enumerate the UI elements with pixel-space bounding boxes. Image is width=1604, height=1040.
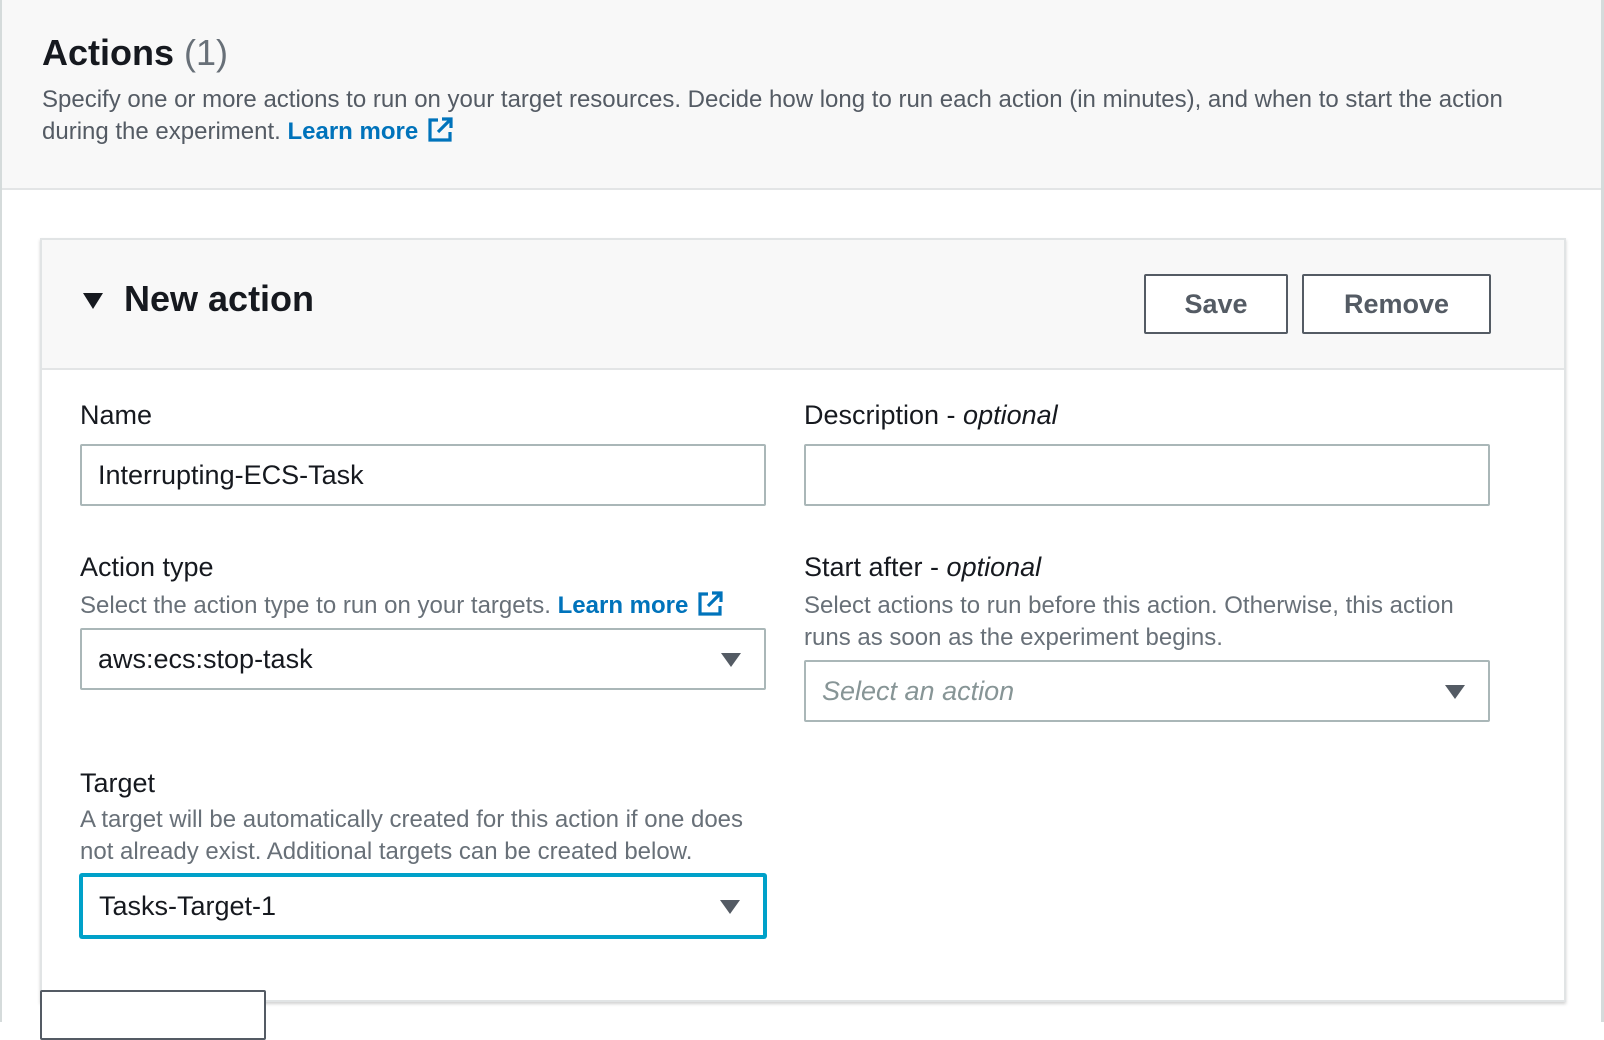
start-after-optional: optional [946,552,1042,582]
start-after-select[interactable]: Select an action [804,660,1490,722]
actions-title-text: Actions [42,32,175,73]
description-optional: optional [963,400,1058,430]
actions-header: Actions (1) Specify one or more actions … [2,0,1601,190]
new-action-title: New action [124,278,315,319]
chevron-down-icon [1444,684,1466,705]
start-after-hint: Select actions to run before this action… [804,592,1454,651]
external-link-icon [426,116,454,153]
description-label: Description - optional [804,400,1058,431]
caret-down-icon[interactable] [82,292,104,315]
action-type-select[interactable]: aws:ecs:stop-task [80,628,766,690]
external-link-icon [696,590,724,627]
actions-title: Actions (1) [42,32,228,74]
remove-button[interactable]: Remove [1302,274,1491,334]
name-input[interactable] [80,444,766,506]
chevron-down-icon [720,652,742,673]
new-action-header[interactable]: New action Save Remove [42,240,1564,370]
action-type-hint: Select the action type to run on your ta… [80,590,780,627]
target-select[interactable]: Tasks-Target-1 [80,874,766,938]
target-value: Tasks-Target-1 [99,891,277,921]
action-type-learn-more-link[interactable]: Learn more [557,591,725,619]
start-after-label: Start after - optional [804,552,1041,583]
actions-count: (1) [184,32,229,73]
new-action-card: New action Save Remove Name Description … [40,238,1566,1002]
action-type-hint-text: Select the action type to run on your ta… [80,592,551,619]
actions-description-text: Specify one or more actions to run on yo… [42,86,1503,145]
learn-more-label: Learn more [287,118,419,145]
save-button[interactable]: Save [1144,274,1288,334]
target-hint: A target will be automatically created f… [80,806,744,865]
name-label: Name [80,400,153,430]
target-label: Target [80,768,156,798]
start-after-placeholder: Select an action [822,676,1015,706]
learn-more-link[interactable]: Learn more [287,117,454,145]
action-type-label: Action type [80,552,214,582]
description-input[interactable] [804,444,1490,506]
start-after-label-text: Start after - [804,552,947,582]
action-type-learn-more-label: Learn more [557,592,689,619]
action-type-value: aws:ecs:stop-task [98,644,313,674]
add-action-button[interactable] [40,990,266,1040]
description-label-text: Description - [804,400,964,430]
actions-description: Specify one or more actions to run on yo… [42,84,1562,153]
chevron-down-icon [719,899,741,920]
